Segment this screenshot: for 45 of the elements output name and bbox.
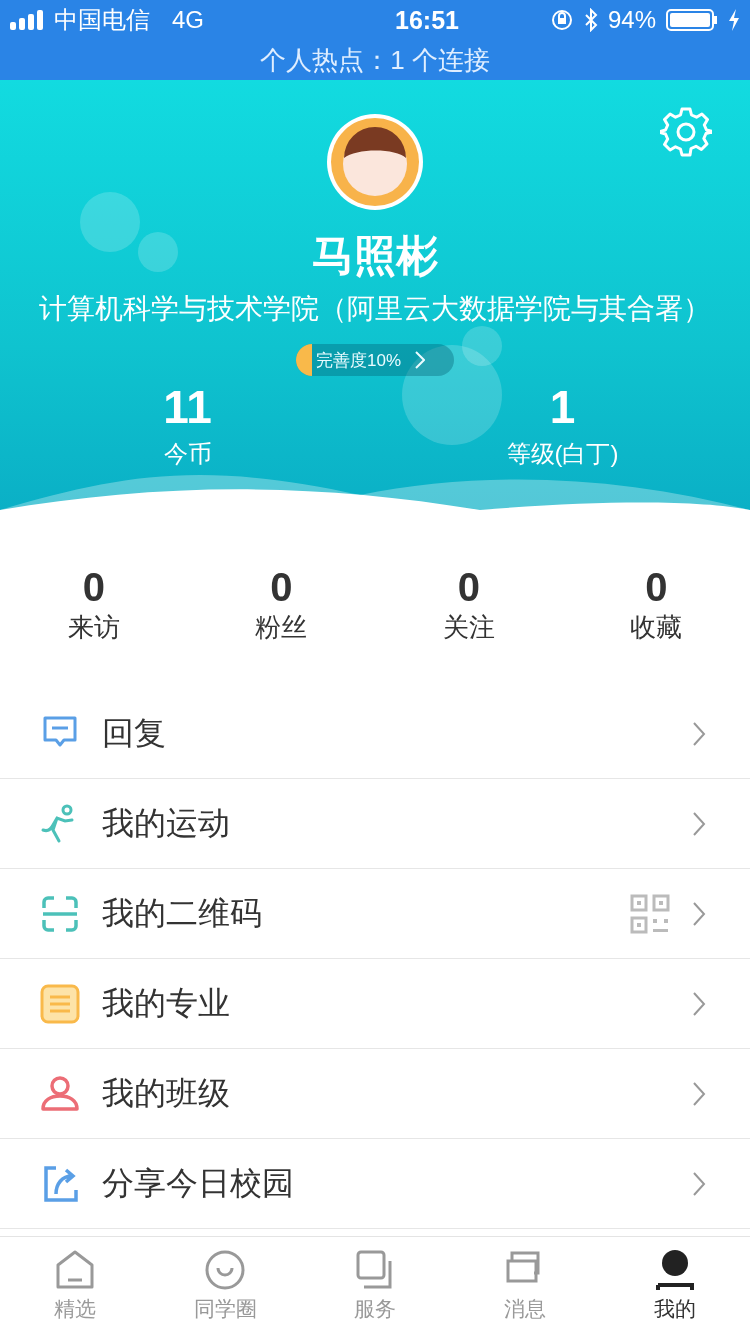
counter-label[interactable]: 粉丝 [255, 610, 308, 645]
chevron-right-icon [692, 990, 706, 1017]
smile-icon [204, 1249, 246, 1291]
battery-icon [666, 8, 718, 32]
qr-code-icon [630, 893, 670, 934]
counter-label[interactable]: 关注 [442, 610, 495, 645]
menu-item[interactable]: 我的班级 [0, 1049, 750, 1139]
charging-icon [728, 9, 740, 31]
counter-value: 0 [270, 565, 293, 610]
user-icon [654, 1249, 696, 1291]
chevron-right-icon [692, 810, 706, 837]
counter-label[interactable]: 来访 [67, 610, 120, 645]
chevron-right-icon [692, 1170, 706, 1197]
clock: 16:51 [395, 5, 459, 35]
network-type: 4G [172, 6, 204, 34]
menu-item[interactable]: 我的专业 [0, 959, 750, 1049]
chevron-right-icon [692, 900, 706, 927]
counter-value: 0 [457, 565, 480, 610]
tab[interactable]: 我的 [600, 1237, 750, 1334]
rotation-lock-icon [549, 8, 574, 32]
counter-value: 0 [645, 565, 668, 610]
stat-label: 等级(白丁) [506, 439, 619, 469]
signal-icon [10, 10, 44, 30]
avatar[interactable] [325, 112, 425, 212]
stat-label: 今币 [163, 439, 212, 469]
chevron-right-icon [415, 351, 426, 369]
home-icon [54, 1249, 96, 1291]
counter-value: 0 [82, 565, 105, 610]
menu-item[interactable]: 分享今日校园 [0, 1139, 750, 1229]
user-name: 马照彬 [312, 231, 438, 281]
menu-item[interactable]: 我的二维码 [0, 869, 750, 959]
person-icon [40, 1073, 80, 1114]
battery-percent: 94% [607, 6, 656, 34]
carrier-name: 中国电信 [54, 5, 150, 35]
bluetooth-icon [583, 8, 598, 32]
chevron-right-icon [692, 1080, 706, 1107]
counter-label[interactable]: 收藏 [630, 610, 683, 645]
stat-value: 11 [163, 380, 212, 434]
menu-item[interactable]: 回复 [0, 689, 750, 779]
list-icon [40, 983, 80, 1024]
college-name: 计算机科学与技术学院（阿里云大数据学院与其合署） [39, 292, 711, 326]
chevron-right-icon [692, 720, 706, 747]
menu-item[interactable]: 我的运动 [0, 779, 750, 869]
stat-value: 1 [549, 380, 576, 434]
scan-frame-icon [40, 893, 80, 934]
